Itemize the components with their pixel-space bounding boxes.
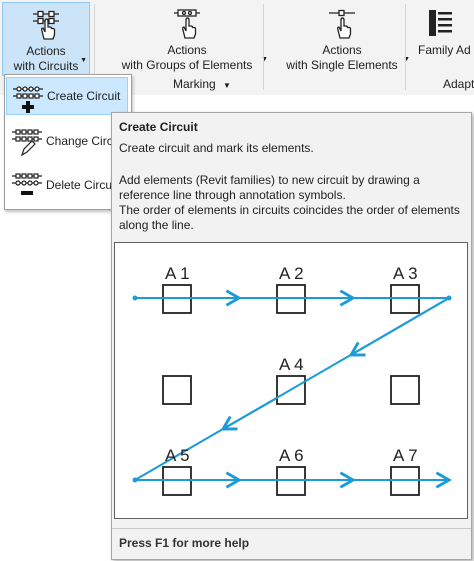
chevron-down-icon: ▼ — [80, 57, 87, 64]
label-a4: A 4 — [279, 355, 304, 374]
family-adapter-label: Family Ad — [418, 43, 471, 57]
tooltip-title: Create Circuit — [119, 120, 198, 134]
label-a1: A 1 — [165, 264, 190, 283]
tooltip-line: along the line. — [119, 218, 194, 232]
line-end-point — [132, 477, 138, 483]
group-label-marking: Marking ▼ — [173, 77, 231, 91]
group-label-marking-text: Marking — [173, 77, 216, 91]
label-a6: A 6 — [279, 446, 304, 465]
tooltip-divider — [112, 528, 471, 529]
tooltip-description: Create circuit and mark its elements. — [119, 141, 314, 155]
create-circuit-icon — [13, 86, 43, 113]
actions-with-single-label-2: with Single Elements — [286, 58, 398, 72]
tooltip-paragraph-1: Add elements (Revit families) to new cir… — [119, 173, 464, 233]
separator — [263, 4, 264, 90]
menu-item-label: Create Circuit — [47, 89, 121, 103]
chevron-down-icon[interactable]: ▼ — [223, 81, 231, 90]
separator — [405, 4, 406, 90]
symbol-empty-left — [162, 375, 192, 405]
actions-with-groups-button[interactable]: Actions with Groups of Elements ▼ — [112, 2, 268, 72]
tooltip-create-circuit: Create Circuit Create circuit and mark i… — [111, 112, 472, 560]
delete-circuit-icon — [12, 173, 42, 195]
group-hand-icon — [174, 9, 200, 39]
actions-with-single-button[interactable]: Actions with Single Elements ▼ — [282, 2, 410, 72]
list-icon — [429, 10, 452, 36]
actions-with-circuits-button[interactable]: Actions with Circuits ▼ — [2, 2, 90, 76]
circuit-hand-icon — [33, 10, 59, 40]
menu-item-change-circuit[interactable]: Change Circu — [6, 121, 128, 161]
change-circuit-icon — [12, 129, 42, 157]
actions-with-circuits-label-1: Actions — [26, 44, 66, 58]
single-hand-icon — [329, 9, 355, 39]
tooltip-diagram: A 1 A 2 A 3 A 4 A 5 A 6 A 7 — [114, 242, 468, 519]
circuit-diagram: A 1 A 2 A 3 A 4 A 5 A 6 A 7 — [132, 264, 452, 496]
symbol-empty-right — [390, 375, 420, 405]
menu-item-label: Change Circu — [46, 134, 120, 148]
label-a5: A 5 — [165, 446, 190, 465]
tooltip-help-hint: Press F1 for more help — [119, 536, 250, 550]
actions-with-circuits-label-2: with Circuits — [13, 59, 79, 73]
line-turn-point — [446, 295, 452, 301]
tooltip-line: reference line through annotation symbol… — [119, 188, 346, 202]
menu-item-create-circuit[interactable]: Create Circuit — [6, 77, 128, 115]
menu-item-label: Delete Circuit — [46, 178, 119, 192]
tooltip-line: Add elements (Revit families) to new cir… — [119, 173, 420, 187]
line-start-point — [132, 295, 138, 301]
actions-with-groups-label-2: with Groups of Elements — [121, 58, 253, 72]
menu-item-delete-circuit[interactable]: Delete Circuit — [6, 165, 128, 205]
family-adapter-button[interactable]: Family Ad — [412, 2, 474, 72]
label-a3: A 3 — [393, 264, 418, 283]
actions-with-groups-label-1: Actions — [167, 43, 207, 57]
label-a2: A 2 — [279, 264, 304, 283]
tooltip-line: The order of elements in circuits coinci… — [119, 203, 460, 217]
label-a7: A 7 — [393, 446, 418, 465]
group-label-adapt: Adapt — [443, 77, 474, 91]
actions-with-single-label-1: Actions — [322, 43, 362, 57]
